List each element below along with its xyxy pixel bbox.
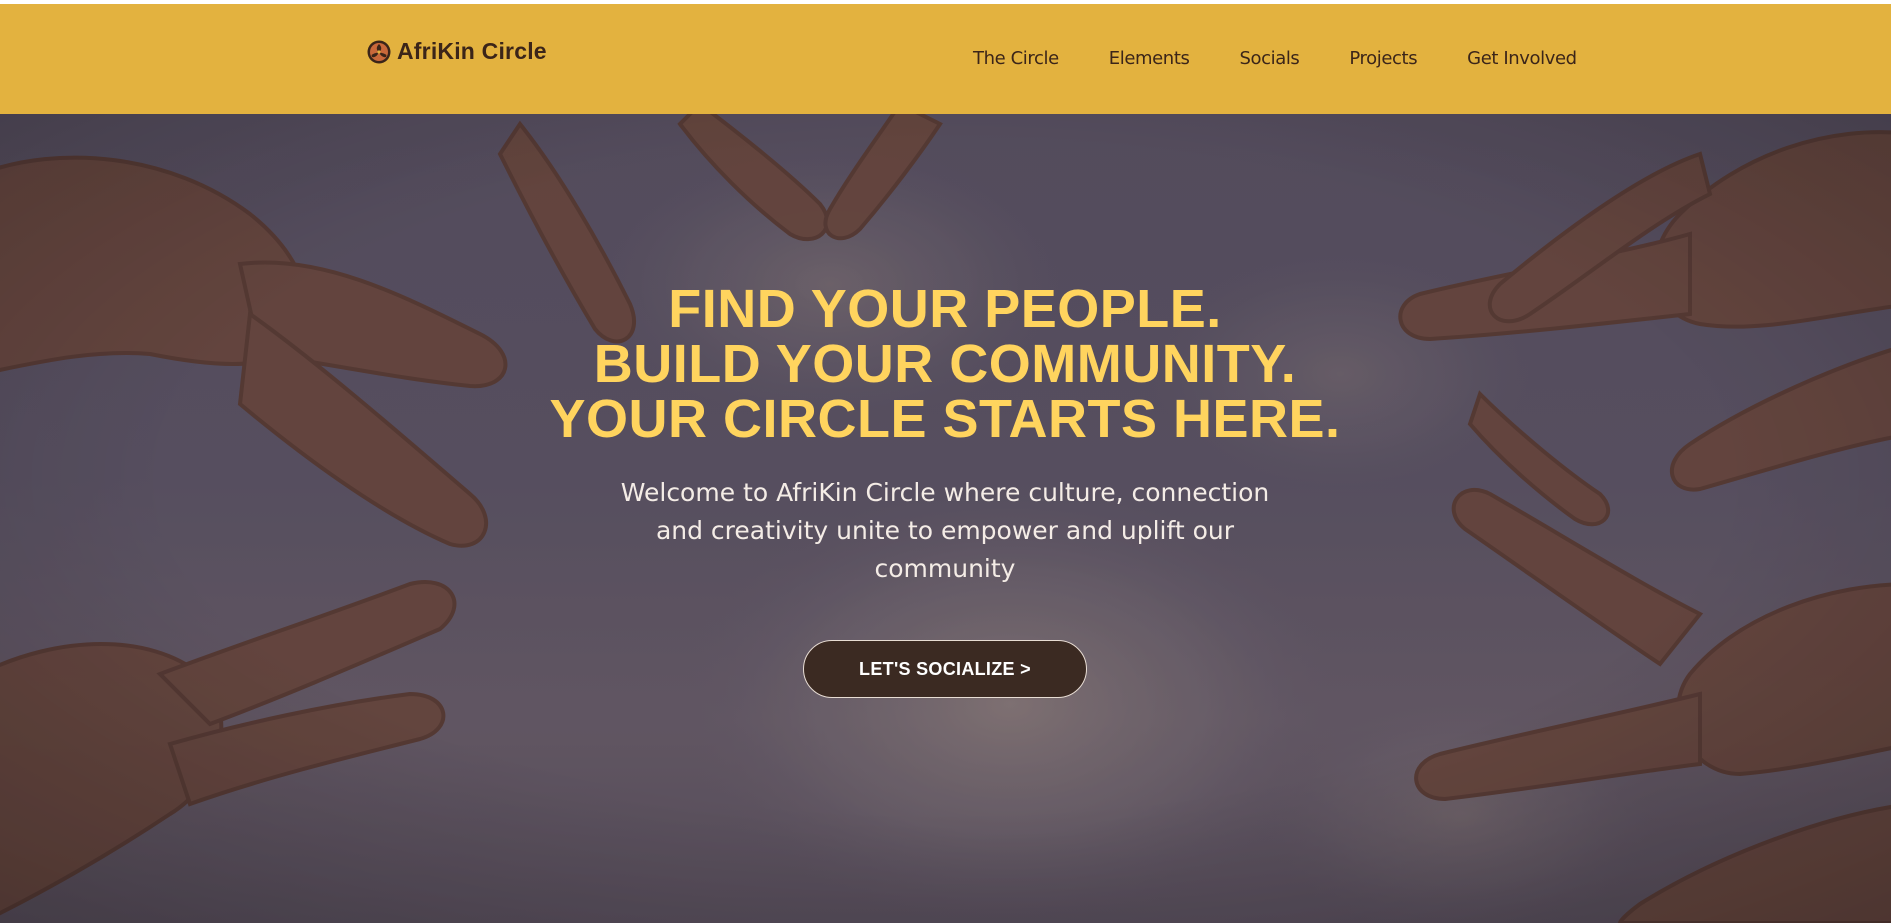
headline-line-1: FIND YOUR PEOPLE. (668, 279, 1222, 339)
nav-item-get-involved[interactable]: Get Involved (1467, 48, 1577, 69)
hero-section: FIND YOUR PEOPLE. BUILD YOUR COMMUNITY. … (0, 114, 1891, 923)
hero-subtitle: Welcome to AfriKin Circle where culture,… (620, 478, 1270, 583)
page: AfriKin Circle The Circle Elements Socia… (0, 0, 1891, 923)
logo-link[interactable]: AfriKin Circle (367, 38, 547, 65)
main-nav: The Circle Elements Socials Projects Get… (973, 48, 1577, 69)
nav-item-the-circle[interactable]: The Circle (973, 48, 1059, 69)
hero-headline: FIND YOUR PEOPLE. BUILD YOUR COMMUNITY. … (445, 282, 1445, 447)
logo-text: AfriKin Circle (397, 38, 547, 64)
headline-line-3: YOUR CIRCLE STARTS HERE. (549, 389, 1341, 449)
site-header: AfriKin Circle The Circle Elements Socia… (0, 4, 1891, 114)
headline-line-2: BUILD YOUR COMMUNITY. (593, 334, 1297, 394)
nav-item-elements[interactable]: Elements (1109, 48, 1190, 69)
afrikin-emblem-icon (367, 40, 391, 63)
lets-socialize-button[interactable]: LET'S SOCIALIZE > (803, 640, 1087, 698)
nav-item-socials[interactable]: Socials (1239, 48, 1299, 69)
nav-item-projects[interactable]: Projects (1349, 48, 1417, 69)
